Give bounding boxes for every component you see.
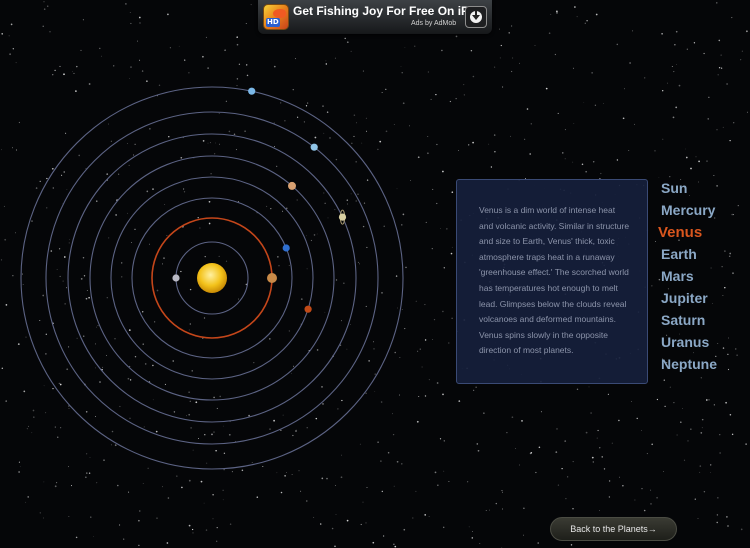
ad-banner[interactable]: HD Get Fishing Joy For Free On iPad Ads … [258,0,492,34]
uranus-planet[interactable] [310,143,318,151]
ad-app-icon[interactable]: HD [263,4,289,30]
ad-attribution: Ads by AdMob [411,20,457,27]
planet-item-earth[interactable]: Earth [661,246,697,262]
ad-title[interactable]: Get Fishing Joy For Free On iPad [293,4,483,18]
sun-body[interactable] [197,263,227,293]
saturn-planet[interactable] [338,213,347,221]
planet-item-mars[interactable]: Mars [661,268,694,284]
jupiter-planet[interactable] [288,181,296,190]
planet-item-saturn[interactable]: Saturn [661,312,705,328]
back-to-planets-button[interactable]: Back to the Planets→ [550,517,677,541]
neptune-planet[interactable] [248,87,256,95]
planet-item-neptune[interactable]: Neptune [661,356,717,372]
planet-item-jupiter[interactable]: Jupiter [661,290,708,306]
fish-icon [273,9,286,18]
mars-planet[interactable] [304,305,312,313]
earth-planet[interactable] [282,244,290,252]
venus-planet[interactable] [267,273,277,283]
planet-item-sun[interactable]: Sun [661,180,687,196]
planet-item-uranus[interactable]: Uranus [661,334,709,350]
hd-badge: HD [266,18,280,27]
download-icon[interactable] [465,6,487,28]
planet-item-mercury[interactable]: Mercury [661,202,715,218]
planet-info-panel: Venus is a dim world of intense heat and… [456,179,648,384]
planet-item-venus[interactable]: Venus [658,224,702,241]
mercury-planet[interactable] [172,274,180,282]
planet-description: Venus is a dim world of intense heat and… [479,205,630,356]
